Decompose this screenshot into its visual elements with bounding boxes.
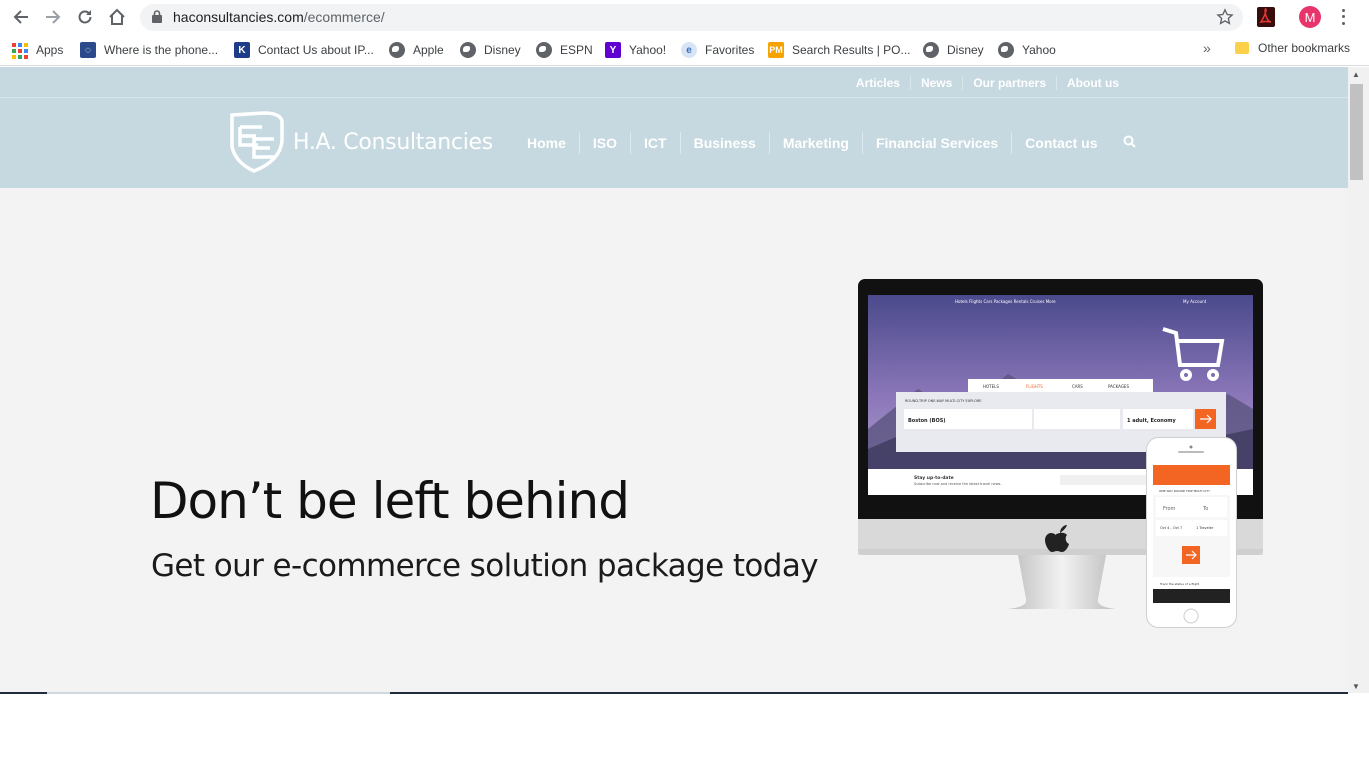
yahoo-favicon: Y [605,42,621,58]
k-favicon: K [234,42,250,58]
forward-icon[interactable] [41,5,65,29]
bookmark-label: Search Results | PO... [792,43,911,57]
nav-marketing[interactable]: Marketing [768,132,862,154]
other-bookmarks[interactable]: Other bookmarks [1235,41,1350,55]
nav-financial-services[interactable]: Financial Services [861,132,1011,154]
bookmarks-overflow-icon[interactable]: » [1203,40,1211,56]
nav-business[interactable]: Business [679,132,769,154]
reload-icon[interactable] [73,5,97,29]
svg-text:Stay up-to-date: Stay up-to-date [914,475,954,481]
other-bookmarks-label: Other bookmarks [1258,41,1351,55]
pm-favicon: PM [768,42,784,58]
svg-text:Track the status of a flight: Track the status of a flight [1159,582,1200,586]
page-content: Articles News Our partners About us H.A.… [0,67,1348,693]
folder-icon [1235,42,1249,54]
site-logo[interactable]: H.A. Consultancies [228,111,493,173]
toplink-about-us[interactable]: About us [1056,76,1129,90]
apps-grid-icon [12,42,28,59]
bookmark-label: Favorites [705,43,755,57]
globe-icon [460,42,476,58]
page-scrollbar[interactable]: ▲ ▼ [1348,67,1369,693]
site-favicon: ◌ [80,42,96,58]
url-text: haconsultancies.com/ecommerce/ [173,9,385,25]
toplink-our-partners[interactable]: Our partners [962,76,1056,90]
bookmark-label: Apps [36,43,64,57]
top-links: Articles News Our partners About us [846,76,1129,90]
svg-text:Oct 4 - Oct 7: Oct 4 - Oct 7 [1160,526,1182,530]
svg-text:My Account: My Account [1183,299,1207,304]
phone-mockup-image: ONE WAY ROUND TRIP MULTI CITY From To Oc… [1146,437,1237,628]
svg-text:ONE WAY ROUND TRIP MULTI C: ONE WAY ROUND TRIP MULTI CITY [1159,489,1210,493]
svg-text:1 adult, Economy: 1 adult, Economy [1127,418,1176,424]
bookmark-favorites[interactable]: e Favorites [681,41,754,59]
svg-text:To: To [1202,506,1208,512]
scroll-up-icon[interactable]: ▲ [1352,70,1360,79]
svg-text:Boston (BOS): Boston (BOS) [908,418,946,424]
top-bar: Articles News Our partners About us [0,67,1348,98]
bookmark-disney[interactable]: Disney [460,41,521,59]
svg-text:From: From [1163,506,1176,512]
bookmark-label: Yahoo [1022,43,1056,57]
nav-home[interactable]: Home [514,132,579,154]
search-icon[interactable] [1123,135,1136,151]
bookmark-apple[interactable]: Apple [389,41,444,59]
bookmark-where-is-phone[interactable]: ◌ Where is the phone... [80,41,218,59]
nav-iso[interactable]: ISO [578,132,630,154]
bookmark-yahoo-2[interactable]: Yahoo [998,41,1056,59]
globe-icon [536,42,552,58]
bookmark-espn[interactable]: ESPN [536,41,593,59]
toplink-news[interactable]: News [909,76,962,90]
main-nav: Home ISO ICT Business Marketing Financia… [514,132,1136,154]
toplink-articles[interactable]: Articles [846,76,910,90]
hero-subtitle: Get our e-commerce solution package toda… [151,548,819,584]
bookmark-label: Disney [484,43,521,57]
logo-text: H.A. Consultancies [293,129,493,155]
lock-icon [152,10,162,28]
svg-text:1 Traveler: 1 Traveler [1196,526,1214,530]
site-header: Articles News Our partners About us H.A.… [0,67,1348,188]
svg-text:FLIGHTS: FLIGHTS [1026,384,1043,389]
url-host: haconsultancies.com [173,9,304,25]
browser-toolbar: haconsultancies.com/ecommerce/ M [0,0,1369,34]
bookmark-search-results[interactable]: PM Search Results | PO... [768,41,911,59]
globe-icon [998,42,1014,58]
url-path: /ecommerce/ [303,9,385,25]
svg-text:CARS: CARS [1072,384,1083,389]
bookmark-apps[interactable]: Apps [12,41,63,59]
svg-text:ROUND-TRIP ONE-WAY MULTI: ROUND-TRIP ONE-WAY MULTI-CITY EXPLORE [905,399,981,403]
scrollbar-thumb[interactable] [1350,84,1363,180]
svg-text:Subscribe now and receive the: Subscribe now and receive the latest tra… [914,482,1002,486]
globe-icon [389,42,405,58]
nav-contact-us[interactable]: Contact us [1011,132,1110,154]
bookmark-label: Where is the phone... [104,43,219,57]
bookmarks-bar: Apps ◌ Where is the phone... K Contact U… [0,34,1369,66]
bookmark-label: Contact Us about IP... [258,43,374,57]
bookmark-yahoo-1[interactable]: Y Yahoo! [605,41,666,59]
hero-title: Don’t be left behind [150,472,630,530]
home-icon[interactable] [105,5,129,29]
bookmark-star-icon[interactable] [1216,8,1234,31]
pdf-extension-icon[interactable] [1257,7,1275,27]
svg-text:PACKAGES: PACKAGES [1108,384,1129,389]
browser-menu-icon[interactable] [1336,7,1350,27]
scroll-down-icon[interactable]: ▼ [1352,682,1360,691]
svg-text:HOTELS: HOTELS [983,384,999,389]
bookmark-label: Yahoo! [629,43,667,57]
bookmark-disney-2[interactable]: Disney [923,41,984,59]
bookmark-contact-us[interactable]: K Contact Us about IP... [234,41,374,59]
ha-shield-logo-icon [230,111,284,173]
bookmark-label: Disney [947,43,984,57]
address-bar[interactable]: haconsultancies.com/ecommerce/ [140,4,1243,31]
svg-text:Hotels Flights Cars Pack: Hotels Flights Cars Packages Rentals Cru… [955,299,1056,304]
bookmark-label: Apple [413,43,444,57]
globe-icon [923,42,939,58]
section-divider [0,692,1348,694]
nav-ict[interactable]: ICT [630,132,680,154]
profile-avatar[interactable]: M [1299,6,1321,28]
back-icon[interactable] [9,5,33,29]
bookmark-label: ESPN [560,43,593,57]
favorites-icon: e [681,42,697,58]
